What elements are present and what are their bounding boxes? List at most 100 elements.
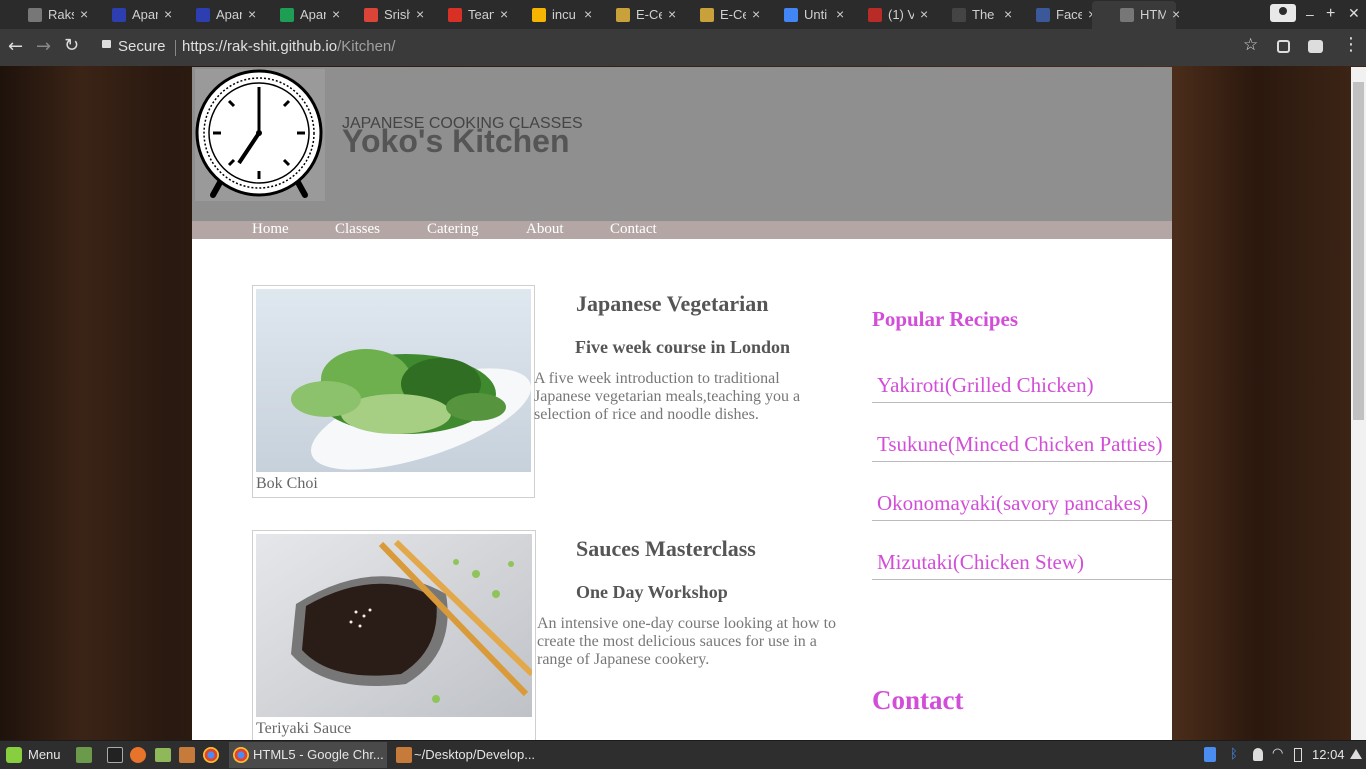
forward-icon[interactable]: → bbox=[36, 36, 51, 57]
browser-tab[interactable]: Tean × bbox=[420, 1, 508, 29]
contact-heading: Contact bbox=[872, 685, 964, 715]
course-subtitle: Five week course in London bbox=[575, 337, 791, 357]
facebook-icon bbox=[1036, 8, 1050, 22]
browser-tab[interactable]: Unti × bbox=[756, 1, 844, 29]
maximize-button[interactable]: + bbox=[1326, 5, 1335, 23]
close-tab-icon[interactable]: × bbox=[1172, 6, 1180, 22]
bookmark-star-icon[interactable]: ☆ bbox=[1243, 35, 1258, 55]
site-title: Yoko's Kitchen bbox=[342, 123, 570, 159]
divider bbox=[872, 461, 1172, 462]
close-window-button[interactable]: ✕ bbox=[1348, 5, 1360, 22]
menu-kebab-icon[interactable]: ⋮ bbox=[1342, 34, 1360, 55]
window-title: ~/Desktop/Develop... bbox=[414, 747, 536, 762]
course-caption: Bok Choi bbox=[256, 475, 318, 492]
tab-title: Apar bbox=[300, 7, 326, 22]
back-icon[interactable]: ← bbox=[8, 36, 23, 57]
browser-tab[interactable]: E-Ce× bbox=[672, 1, 760, 29]
recipe-link[interactable]: Tsukune(Minced Chicken Patties) bbox=[877, 432, 1162, 457]
doc-icon bbox=[1120, 8, 1134, 22]
doc-icon bbox=[28, 8, 42, 22]
reload-icon[interactable]: ↻ bbox=[64, 35, 79, 56]
pocket-icon[interactable] bbox=[1308, 40, 1323, 53]
tab-title: Raks bbox=[48, 7, 74, 22]
scrollbar-thumb[interactable] bbox=[1353, 82, 1364, 420]
divider bbox=[872, 520, 1172, 521]
url-text: https://rak-shit.github.io/Kitchen/ bbox=[182, 38, 395, 55]
quora-icon bbox=[868, 8, 882, 22]
chrome-icon bbox=[233, 747, 249, 763]
files-icon[interactable] bbox=[155, 748, 171, 762]
nav-catering[interactable]: Catering bbox=[427, 221, 479, 238]
shield-icon[interactable] bbox=[1204, 747, 1216, 762]
clock: 12:04 bbox=[1312, 747, 1345, 762]
user-icon[interactable] bbox=[1253, 748, 1263, 761]
notification-icon[interactable] bbox=[1350, 749, 1362, 759]
nav-classes[interactable]: Classes bbox=[335, 221, 380, 238]
browser-tab[interactable]: Raks× bbox=[0, 1, 88, 29]
tab-title: E-Ce bbox=[720, 7, 746, 22]
wifi-icon[interactable]: ◠ bbox=[1272, 745, 1283, 761]
extension-icon[interactable] bbox=[1277, 40, 1290, 53]
course-description: An intensive one-day course looking at h… bbox=[537, 615, 837, 668]
docs-icon bbox=[784, 8, 798, 22]
taskbar-window-sublime[interactable]: ~/Desktop/Develop... bbox=[392, 742, 550, 768]
course-title: Japanese Vegetarian bbox=[576, 291, 769, 316]
show-desktop-icon[interactable] bbox=[76, 747, 92, 763]
browser-tab[interactable]: Srish× bbox=[336, 1, 424, 29]
slides-icon bbox=[532, 8, 546, 22]
battery-icon[interactable] bbox=[1294, 748, 1302, 762]
minimize-button[interactable]: – bbox=[1306, 6, 1314, 22]
browser-tab[interactable]: HTM × bbox=[1092, 1, 1180, 29]
firefox-icon[interactable] bbox=[130, 747, 146, 763]
terminal-icon[interactable] bbox=[107, 747, 123, 763]
main-nav: Home Classes Catering About Contact bbox=[192, 221, 1172, 239]
browser-tab[interactable]: Apar × bbox=[168, 1, 256, 29]
course-description: A five week introduction to traditional … bbox=[534, 370, 801, 423]
browser-tab[interactable]: E-Ce× bbox=[588, 1, 676, 29]
url-base: https://rak-shit.github.io bbox=[182, 38, 338, 55]
window-title: HTML5 - Google Chr... bbox=[253, 747, 384, 762]
recipe-link[interactable]: Okonomayaki(savory pancakes) bbox=[877, 491, 1148, 516]
browser-tab[interactable]: The × bbox=[924, 1, 1012, 29]
clock-logo-icon bbox=[195, 69, 325, 201]
address-bar[interactable]: Secure https://rak-shit.github.io/Kitche… bbox=[100, 37, 1260, 59]
dots-icon bbox=[952, 8, 966, 22]
site-header: JAPANESE COOKING CLASSES Yoko's Kitchen bbox=[192, 67, 1172, 221]
lock-icon bbox=[102, 40, 111, 48]
url-path: /Kitchen/ bbox=[337, 38, 396, 55]
recipe-link[interactable]: Mizutaki(Chicken Stew) bbox=[877, 550, 1084, 575]
divider bbox=[175, 40, 176, 56]
taskbar: Menu HTML5 - Google Chr... ~/Desktop/Dev… bbox=[0, 740, 1366, 769]
nav-contact[interactable]: Contact bbox=[610, 221, 657, 238]
ecell-icon bbox=[616, 8, 630, 22]
tab-title: Apar bbox=[216, 7, 242, 22]
tab-title: Face bbox=[1056, 7, 1082, 22]
browser-tab[interactable]: Face× bbox=[1008, 1, 1096, 29]
chrome-icon[interactable] bbox=[203, 747, 219, 763]
teriyaki-sauce-image bbox=[256, 534, 532, 717]
mint-menu-icon[interactable] bbox=[6, 747, 22, 763]
ecell-icon bbox=[700, 8, 714, 22]
tab-title: HTM bbox=[1140, 7, 1166, 22]
nav-about[interactable]: About bbox=[526, 221, 564, 238]
sublime-icon[interactable] bbox=[179, 747, 195, 763]
tab-title: E-Ce bbox=[636, 7, 662, 22]
apar-icon bbox=[196, 8, 210, 22]
tab-title: Tean bbox=[468, 7, 494, 22]
nav-home[interactable]: Home bbox=[252, 221, 289, 238]
browser-tab[interactable]: incu × bbox=[504, 1, 592, 29]
taskbar-window-chrome[interactable]: HTML5 - Google Chr... bbox=[229, 742, 387, 768]
recipe-link[interactable]: Yakiroti(Grilled Chicken) bbox=[877, 373, 1094, 398]
menu-button[interactable]: Menu bbox=[28, 747, 61, 762]
profile-button[interactable] bbox=[1270, 4, 1296, 22]
bluetooth-icon[interactable]: ᛒ bbox=[1230, 746, 1238, 761]
browser-tab[interactable]: (1) V × bbox=[840, 1, 928, 29]
divider bbox=[872, 402, 1172, 403]
course-figure: Bok Choi bbox=[252, 285, 535, 498]
divider bbox=[872, 579, 1172, 580]
browser-tab[interactable]: Apar × bbox=[84, 1, 172, 29]
popular-recipes-heading: Popular Recipes bbox=[872, 307, 1019, 331]
apar-icon bbox=[112, 8, 126, 22]
browser-tab[interactable]: Apar × bbox=[252, 1, 340, 29]
tab-title: Apar bbox=[132, 7, 158, 22]
